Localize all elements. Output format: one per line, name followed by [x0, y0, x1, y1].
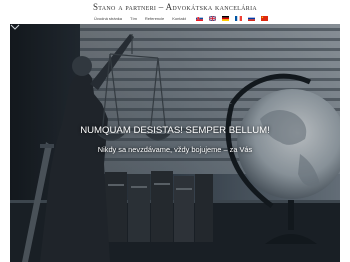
hero-subline: Nikdy sa nevzdávame, vždy bojujeme – za … [97, 145, 253, 154]
flag-de-icon[interactable] [221, 15, 229, 21]
flag-sk-icon[interactable] [195, 15, 203, 21]
hero-banner: NUMQUAM DESISTAS! SEMPER BELLUM! Nikdy s… [10, 24, 340, 262]
nav-home[interactable]: Úvodná stránka [94, 16, 122, 21]
flag-cn-icon[interactable] [260, 15, 268, 21]
nav-contact[interactable]: Kontakt [172, 16, 186, 21]
site-header: Stano a partneri – Advokátska kancelária… [0, 0, 350, 24]
flag-fr-icon[interactable] [234, 15, 242, 21]
hero-background-image [10, 24, 340, 262]
nav-references[interactable]: Referencie [145, 16, 164, 21]
flag-ru-icon[interactable] [247, 15, 255, 21]
nav-team[interactable]: Tím [130, 16, 137, 21]
flag-gb-icon[interactable] [208, 15, 216, 21]
chevron-down-icon[interactable] [10, 24, 20, 30]
language-switcher [195, 15, 274, 21]
main-nav: Úvodná stránka Tím Referencie Kontakt [94, 14, 274, 22]
hero-headline: NUMQUAM DESISTAS! SEMPER BELLUM! [80, 125, 270, 136]
site-brand[interactable]: Stano a partneri – Advokátska kancelária [90, 2, 260, 12]
